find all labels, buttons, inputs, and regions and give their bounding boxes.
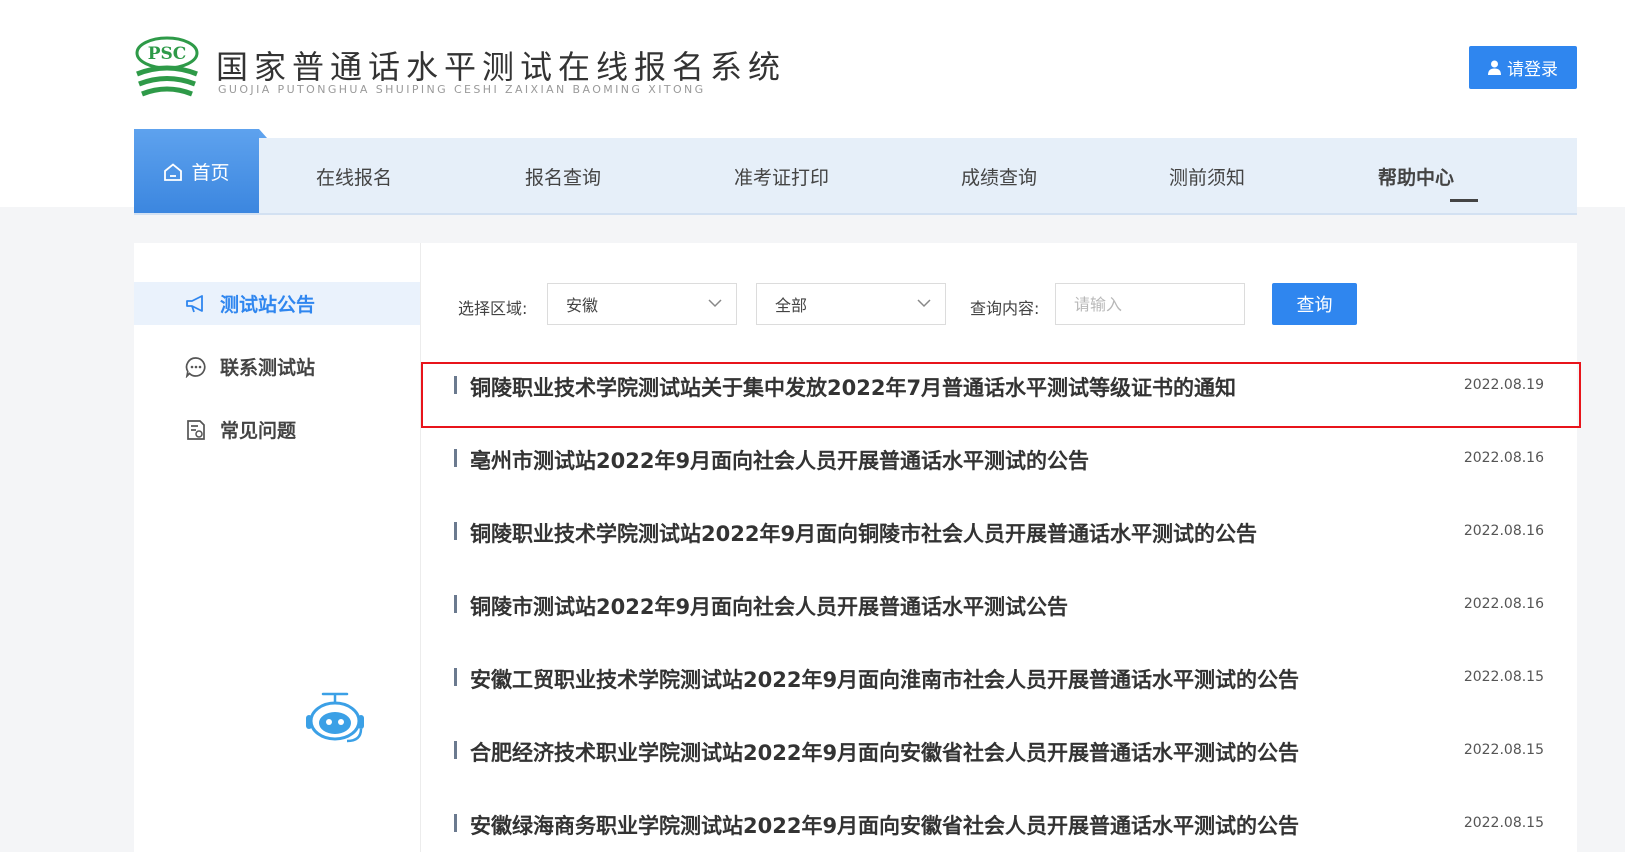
logo-text: PSC bbox=[148, 44, 187, 64]
nav-item-admission-print[interactable]: 准考证打印 bbox=[734, 138, 829, 214]
announcement-row[interactable]: 铜陵市测试站2022年9月面向社会人员开展普通话水平测试公告 2022.08.1… bbox=[454, 572, 1544, 638]
sidebar: 测试站公告 联系测试站 常见问题 bbox=[134, 243, 421, 852]
chat-icon bbox=[185, 356, 206, 378]
row-marker bbox=[454, 595, 457, 613]
row-marker bbox=[454, 376, 457, 394]
announcement-row[interactable]: 安徽绿海商务职业学院测试站2022年9月面向安徽省社会人员开展普通话水平测试的公… bbox=[454, 791, 1544, 857]
row-marker bbox=[454, 741, 457, 759]
announcement-title[interactable]: 铜陵职业技术学院测试站关于集中发放2022年7月普通话水平测试等级证书的通知 bbox=[470, 372, 1236, 402]
chevron-down-icon bbox=[917, 299, 931, 308]
query-input[interactable] bbox=[1055, 283, 1245, 325]
nav-item-home[interactable]: 首页 bbox=[134, 129, 259, 214]
sidebar-item-label: 常见问题 bbox=[220, 420, 297, 442]
announcement-title[interactable]: 合肥经济技术职业学院测试站2022年9月面向安徽省社会人员开展普通话水平测试的公… bbox=[470, 737, 1299, 767]
row-marker bbox=[454, 522, 457, 540]
robot-assistant-icon[interactable] bbox=[303, 691, 367, 745]
announcement-title[interactable]: 铜陵市测试站2022年9月面向社会人员开展普通话水平测试公告 bbox=[470, 591, 1068, 621]
content-panel: 测试站公告 联系测试站 常见问题 选择区域: 安徽 全部 查询内容: 请输入 查… bbox=[134, 243, 1577, 852]
announcement-title[interactable]: 安徽工贸职业技术学院测试站2022年9月面向淮南市社会人员开展普通话水平测试的公… bbox=[470, 664, 1299, 694]
login-button[interactable]: 请登录 bbox=[1469, 46, 1577, 89]
document-question-icon bbox=[187, 419, 205, 440]
sidebar-item-station-notices[interactable]: 测试站公告 bbox=[134, 282, 420, 325]
user-icon bbox=[1488, 60, 1501, 75]
sidebar-item-contact-station[interactable]: 联系测试站 bbox=[134, 345, 420, 388]
announcement-row[interactable]: 铜陵职业技术学院测试站2022年9月面向铜陵市社会人员开展普通话水平测试的公告 … bbox=[454, 499, 1544, 565]
announcement-date: 2022.08.15 bbox=[1463, 815, 1544, 831]
site-header: PSC 国家普通话水平测试在线报名系统 GUOJIA PUTONGHUA SHU… bbox=[0, 0, 1625, 125]
scope-select[interactable]: 全部 bbox=[756, 283, 946, 325]
query-button[interactable]: 查询 bbox=[1272, 283, 1357, 325]
main-nav: 首页 在线报名 报名查询 准考证打印 成绩查询 测前须知 帮助中心 bbox=[134, 129, 1577, 214]
nav-divider bbox=[134, 213, 1577, 215]
announcement-row[interactable]: 亳州市测试站2022年9月面向社会人员开展普通话水平测试的公告 2022.08.… bbox=[454, 426, 1544, 492]
row-marker bbox=[454, 814, 457, 832]
announcement-date: 2022.08.19 bbox=[1463, 377, 1544, 393]
row-marker bbox=[454, 449, 457, 467]
announcement-date: 2022.08.16 bbox=[1463, 450, 1544, 466]
megaphone-icon bbox=[186, 294, 203, 312]
psc-logo-icon[interactable]: PSC bbox=[134, 36, 200, 102]
nav-active-indicator bbox=[1450, 199, 1478, 202]
announcement-date: 2022.08.16 bbox=[1463, 596, 1544, 612]
query-label: 查询内容: bbox=[970, 299, 1040, 318]
row-marker bbox=[454, 668, 457, 686]
announcement-date: 2022.08.16 bbox=[1463, 523, 1544, 539]
announcement-date: 2022.08.15 bbox=[1463, 669, 1544, 685]
scope-select-value: 全部 bbox=[775, 296, 808, 315]
nav-item-online-registration[interactable]: 在线报名 bbox=[316, 138, 392, 214]
announcement-row[interactable]: 合肥经济技术职业学院测试站2022年9月面向安徽省社会人员开展普通话水平测试的公… bbox=[454, 718, 1544, 784]
site-pinyin: GUOJIA PUTONGHUA SHUIPING CESHI ZAIXIAN … bbox=[218, 83, 706, 96]
announcement-title[interactable]: 铜陵职业技术学院测试站2022年9月面向铜陵市社会人员开展普通话水平测试的公告 bbox=[470, 518, 1257, 548]
announcement-title[interactable]: 安徽绿海商务职业学院测试站2022年9月面向安徽省社会人员开展普通话水平测试的公… bbox=[470, 810, 1299, 840]
nav-item-help-center[interactable]: 帮助中心 bbox=[1378, 138, 1454, 214]
nav-item-score-query[interactable]: 成绩查询 bbox=[961, 138, 1037, 214]
nav-item-registration-query[interactable]: 报名查询 bbox=[525, 138, 601, 214]
sidebar-item-faq[interactable]: 常见问题 bbox=[134, 408, 420, 451]
announcement-row[interactable]: 铜陵职业技术学院测试站关于集中发放2022年7月普通话水平测试等级证书的通知 2… bbox=[454, 353, 1544, 419]
nav-item-pretest-notice[interactable]: 测前须知 bbox=[1169, 138, 1245, 214]
region-select-value: 安徽 bbox=[566, 296, 599, 315]
sidebar-item-label: 联系测试站 bbox=[220, 357, 316, 379]
announcement-date: 2022.08.15 bbox=[1463, 742, 1544, 758]
login-label: 请登录 bbox=[1507, 60, 1558, 80]
chevron-down-icon bbox=[708, 299, 722, 308]
announcement-row[interactable]: 安徽工贸职业技术学院测试站2022年9月面向淮南市社会人员开展普通话水平测试的公… bbox=[454, 645, 1544, 711]
region-label: 选择区域: bbox=[458, 299, 528, 318]
home-icon bbox=[164, 162, 183, 181]
site-title: 国家普通话水平测试在线报名系统 bbox=[216, 48, 787, 86]
region-select[interactable]: 安徽 bbox=[547, 283, 737, 325]
nav-item-label: 首页 bbox=[191, 162, 230, 184]
sidebar-item-label: 测试站公告 bbox=[220, 294, 316, 316]
nav-home-fold bbox=[259, 129, 267, 138]
announcement-title[interactable]: 亳州市测试站2022年9月面向社会人员开展普通话水平测试的公告 bbox=[470, 445, 1089, 475]
